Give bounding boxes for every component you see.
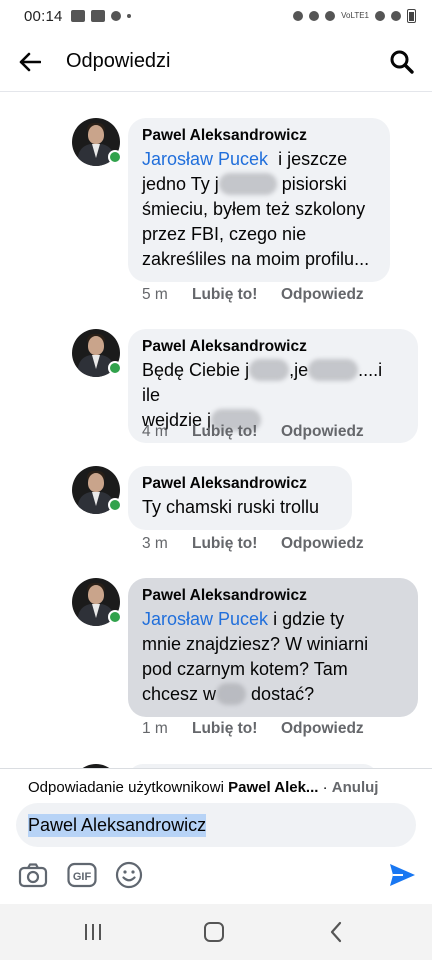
svg-text:GIF: GIF: [73, 871, 92, 883]
redaction-blur: [308, 359, 359, 381]
redaction-blur: [216, 683, 247, 705]
comment-bubble-selected[interactable]: Pawel Aleksandrowicz Jarosław Pucek i gd…: [128, 578, 418, 717]
signal-2-icon: [391, 11, 401, 21]
replying-to-name: Pawel Alek...: [228, 779, 319, 796]
send-icon: [390, 864, 415, 886]
comment-actions: 1 m Lubię to! Odpowiedz: [142, 720, 364, 738]
comment-time: 4 m: [142, 423, 168, 440]
comment-time: 1 m: [142, 720, 168, 737]
back-button[interactable]: [0, 32, 60, 92]
gif-icon: GIF: [67, 862, 97, 888]
mention-link[interactable]: Jarosław Pucek: [142, 149, 268, 169]
comment-time: 5 m: [142, 286, 168, 303]
comment-text: Jarosław Pucek i gdzie ty mnie znajdzies…: [142, 609, 369, 705]
reply-composer: Odpowiadanie użytkownikowi Pawel Alek...…: [0, 768, 432, 904]
recent-apps-button[interactable]: [73, 918, 113, 946]
comment-actions: 4 m Lubię to! Odpowiedz: [142, 423, 364, 441]
gif-button[interactable]: GIF: [66, 859, 98, 891]
comment-input-value[interactable]: Pawel Aleksandrowicz: [28, 813, 207, 837]
comment-bubble[interactable]: Pawel Aleksandrowicz Jarosław Pucek i je…: [128, 118, 390, 282]
system-nav-bar: [0, 904, 432, 960]
comment-author[interactable]: Pawel Aleksandrowicz: [142, 337, 404, 357]
online-status-icon: [108, 150, 122, 164]
app-header: Odpowiedzi: [0, 32, 432, 92]
comment-text: Ty chamski ruski trollu: [142, 497, 320, 517]
redaction-blur: [218, 173, 277, 195]
comment-text: Jarosław Pucek i jeszcze jedno Ty j pisi…: [142, 149, 370, 269]
home-button[interactable]: [194, 918, 234, 946]
online-status-icon: [108, 498, 122, 512]
signal-icon: [375, 11, 385, 21]
send-button[interactable]: [386, 859, 418, 891]
comment-actions: 3 m Lubię to! Odpowiedz: [142, 535, 364, 553]
replying-to-banner: Odpowiadanie użytkownikowi Pawel Alek...…: [28, 779, 379, 796]
back-nav-button[interactable]: [316, 918, 356, 946]
comment-author[interactable]: Pawel Aleksandrowicz: [142, 586, 404, 606]
status-time: 00:14: [24, 7, 63, 25]
reply-button[interactable]: Odpowiedz: [281, 423, 364, 441]
comment-input[interactable]: Pawel Aleksandrowicz: [16, 803, 416, 847]
reply-button[interactable]: Odpowiedz: [281, 535, 364, 553]
reply-button[interactable]: Odpowiedz: [281, 286, 364, 304]
emoji-button[interactable]: [113, 859, 145, 891]
search-icon: [390, 50, 414, 74]
redaction-blur: [249, 359, 290, 381]
like-button[interactable]: Lubię to!: [192, 535, 281, 553]
comment-author[interactable]: Pawel Aleksandrowicz: [142, 126, 376, 146]
like-button[interactable]: Lubię to!: [192, 720, 281, 738]
image-icon: [70, 10, 85, 22]
home-icon: [204, 922, 224, 942]
volte-label: VoLTE1: [341, 11, 369, 20]
comment-time: 3 m: [142, 535, 168, 552]
composer-toolbar: GIF: [0, 855, 432, 895]
chevron-left-icon: [330, 921, 342, 943]
comment-actions: 5 m Lubię to! Odpowiedz: [142, 286, 364, 304]
online-status-icon: [108, 610, 122, 624]
dot-icon: [126, 14, 131, 18]
comment-bubble[interactable]: Pawel Aleksandrowicz Ty chamski ruski tr…: [128, 466, 352, 530]
like-button[interactable]: Lubię to!: [192, 423, 281, 441]
youtube-icon: [90, 10, 105, 22]
page-title: Odpowiedzi: [66, 50, 171, 72]
camera-icon: [18, 863, 48, 888]
wifi-icon: [325, 11, 336, 21]
reply-button[interactable]: Odpowiedz: [281, 720, 364, 738]
arrow-left-icon: [19, 52, 41, 71]
alarm-icon: [293, 11, 304, 21]
online-status-icon: [108, 361, 122, 375]
mention-link[interactable]: Jarosław Pucek: [142, 609, 268, 629]
mute-icon: [309, 11, 320, 21]
status-bar: 00:14 VoLTE1: [0, 0, 432, 32]
like-button[interactable]: Lubię to!: [192, 286, 281, 304]
smiley-icon: [115, 861, 143, 889]
download-icon: [110, 11, 121, 21]
cancel-reply-button[interactable]: Anuluj: [332, 779, 379, 796]
comment-thread: Pawel Aleksandrowicz Jarosław Pucek i je…: [0, 92, 432, 768]
comment-author[interactable]: Pawel Aleksandrowicz: [142, 474, 338, 494]
camera-button[interactable]: [17, 859, 49, 891]
recent-apps-icon: [85, 924, 101, 940]
search-button[interactable]: [372, 32, 432, 92]
battery-icon: [407, 9, 416, 23]
comment-text: Będę Ciebie j ,je ....i ile wejdzie j: [142, 359, 383, 431]
